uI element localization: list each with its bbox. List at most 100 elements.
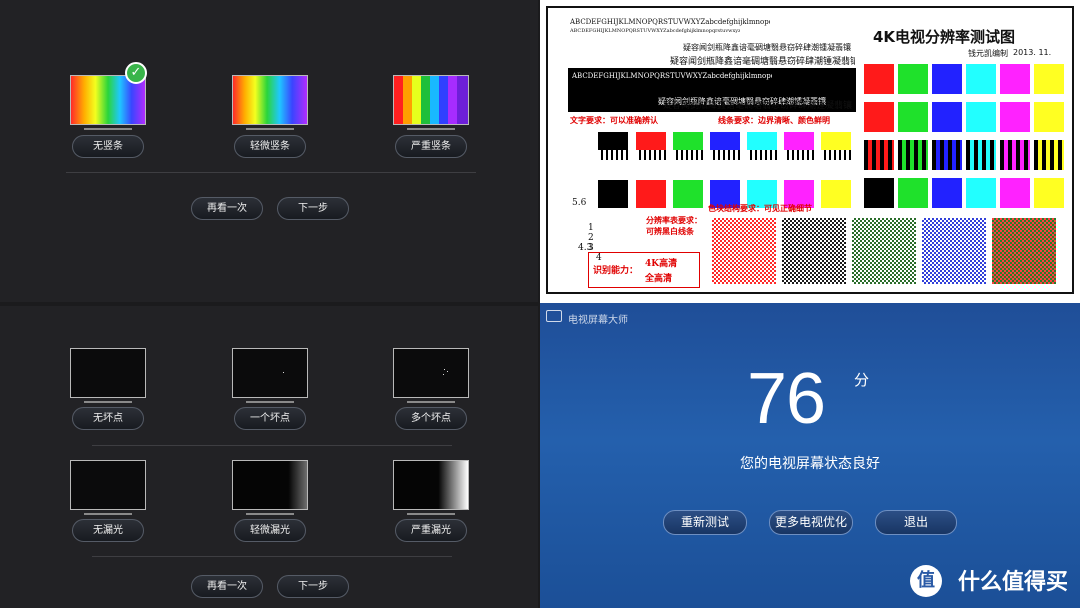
color-box xyxy=(864,102,894,132)
color-box xyxy=(898,178,928,208)
tv-stand xyxy=(407,128,455,130)
color-box xyxy=(864,140,894,170)
color-box xyxy=(898,102,928,132)
tv-preview-no-dead-pixel[interactable] xyxy=(70,348,146,398)
option-one-dead-pixel-button[interactable]: 一个坏点 xyxy=(234,407,306,430)
next-button[interactable]: 下一步 xyxy=(277,575,349,598)
next-button[interactable]: 下一步 xyxy=(277,197,349,220)
option-many-dead-pixels-button[interactable]: 多个坏点 xyxy=(395,407,467,430)
color-box xyxy=(1000,102,1030,132)
score-unit: 分 xyxy=(854,371,870,389)
color-box xyxy=(898,140,928,170)
tv-preview-severe-bars[interactable] xyxy=(393,75,469,125)
line-swatch xyxy=(784,132,814,160)
dead-pixel xyxy=(443,374,444,375)
color-box xyxy=(932,102,962,132)
ability-box: 识别能力： 4K高清 全高清 xyxy=(588,252,700,288)
color-block-requirement: 色块结构要求：可见正确细节 xyxy=(708,203,812,213)
scale-label: 5.6 xyxy=(572,198,587,208)
dead-pixel xyxy=(283,372,284,373)
vertical-bar-test-panel: ✓ 无竖条 轻微竖条 严重竖条 再看一次 下一步 xyxy=(0,0,538,302)
dead-pixel xyxy=(447,371,448,372)
line-swatch xyxy=(710,132,740,160)
tv-stand xyxy=(246,401,294,403)
tv-preview-one-dead-pixel[interactable] xyxy=(232,348,308,398)
line-swatch xyxy=(821,180,851,208)
color-box xyxy=(932,178,962,208)
color-box xyxy=(932,140,962,170)
divider xyxy=(92,445,452,446)
color-box xyxy=(932,64,962,94)
tv-stand xyxy=(246,513,294,515)
resolution-requirement: 可辨黑白线条 xyxy=(646,226,694,236)
sample-text: 疑容闻剑瓶降鑫谙毫碉塘翳悬窃碎肆潮锺凝翡镶 xyxy=(670,57,855,67)
resolution-requirement: 分辨率表要求： xyxy=(646,215,702,225)
color-box xyxy=(864,64,894,94)
scale-label: 1 xyxy=(588,223,594,233)
color-box xyxy=(1034,178,1064,208)
option-severe-light-leak-button[interactable]: 严重漏光 xyxy=(395,519,467,542)
color-box xyxy=(898,64,928,94)
alphabet-line-inverted: ABCDEFGHIJKLMNOPQRSTUVWXYZabcdefghijklmn… xyxy=(572,72,772,80)
tv-preview-many-dead-pixels[interactable] xyxy=(393,348,469,398)
tv-stand xyxy=(84,401,132,403)
line-swatch xyxy=(673,180,703,208)
more-optimization-button[interactable]: 更多电视优化 xyxy=(769,510,853,535)
option-no-bars-button[interactable]: 无竖条 xyxy=(72,135,144,158)
line-swatch xyxy=(821,132,851,160)
option-no-light-leak-button[interactable]: 无漏光 xyxy=(72,519,144,542)
color-box xyxy=(1034,64,1064,94)
tv-stand xyxy=(407,513,455,515)
line-swatch xyxy=(636,180,666,208)
retry-button[interactable]: 再看一次 xyxy=(191,575,263,598)
scale-label: 2 xyxy=(588,233,594,243)
color-box xyxy=(1000,140,1030,170)
option-no-dead-pixel-button[interactable]: 无坏点 xyxy=(72,407,144,430)
option-severe-bars-button[interactable]: 严重竖条 xyxy=(395,135,467,158)
color-box xyxy=(966,140,996,170)
color-box xyxy=(864,178,894,208)
divider xyxy=(92,556,452,557)
alphabet-line-small: ABCDEFGHIJKLMNOPQRSTUVWXYZabcdefghijklmn… xyxy=(570,28,740,34)
line-swatch xyxy=(747,132,777,160)
color-box xyxy=(1034,102,1064,132)
sample-text: 疑容闻剑瓶降鑫谙毫碉塘翳悬窃碎肆潮锺凝翡镶 xyxy=(683,43,851,52)
divider xyxy=(66,172,476,173)
alphabet-line: ABCDEFGHIJKLMNOPQRSTUVWXYZabcdefghijklmn… xyxy=(570,18,770,26)
color-box xyxy=(1034,140,1064,170)
watermark-logo: 值 xyxy=(910,565,942,597)
pixel-test-panel: 无坏点 一个坏点 多个坏点 无漏光 轻微漏光 严重漏光 再看一次 下一步 xyxy=(0,306,538,608)
color-box-grid xyxy=(864,64,1070,210)
tv-stand xyxy=(246,128,294,130)
structure-block xyxy=(712,218,776,284)
structure-block xyxy=(782,218,846,284)
dead-pixel xyxy=(444,369,445,370)
tv-preview-slight-bars[interactable] xyxy=(232,75,308,125)
tv-preview-severe-light-leak[interactable] xyxy=(393,460,469,510)
status-text: 您的电视屏幕状态良好 xyxy=(740,456,880,472)
exit-button[interactable]: 退出 xyxy=(875,510,957,535)
ability-label: 识别能力： xyxy=(593,266,639,276)
ability-fhd: 全高清 xyxy=(645,274,673,284)
tv-screen-master-result: 电视屏幕大师 76 分 您的电视屏幕状态良好 重新测试 更多电视优化 退出 值 … xyxy=(540,303,1080,608)
tv-app-icon xyxy=(546,310,562,322)
structure-block xyxy=(992,218,1056,284)
text-requirement: 文字要求：可以准确辨认 xyxy=(570,115,658,125)
chart-frame: ABCDEFGHIJKLMNOPQRSTUVWXYZabcdefghijklmn… xyxy=(546,6,1074,294)
watermark-text: 什么值得买 xyxy=(957,570,1068,595)
option-slight-bars-button[interactable]: 轻微竖条 xyxy=(234,135,306,158)
retest-button[interactable]: 重新测试 xyxy=(663,510,747,535)
line-swatch xyxy=(598,132,628,160)
line-swatch xyxy=(636,132,666,160)
tv-preview-slight-light-leak[interactable] xyxy=(232,460,308,510)
line-swatch xyxy=(673,132,703,160)
option-slight-light-leak-button[interactable]: 轻微漏光 xyxy=(234,519,306,542)
resolution-test-chart: ABCDEFGHIJKLMNOPQRSTUVWXYZabcdefghijklmn… xyxy=(540,0,1080,303)
tv-preview-no-light-leak[interactable] xyxy=(70,460,146,510)
structure-block xyxy=(922,218,986,284)
tv-stand xyxy=(84,513,132,515)
color-box xyxy=(966,64,996,94)
line-swatch xyxy=(598,180,628,208)
retry-button[interactable]: 再看一次 xyxy=(191,197,263,220)
chart-author: 钱元凯编制 xyxy=(968,49,1008,58)
